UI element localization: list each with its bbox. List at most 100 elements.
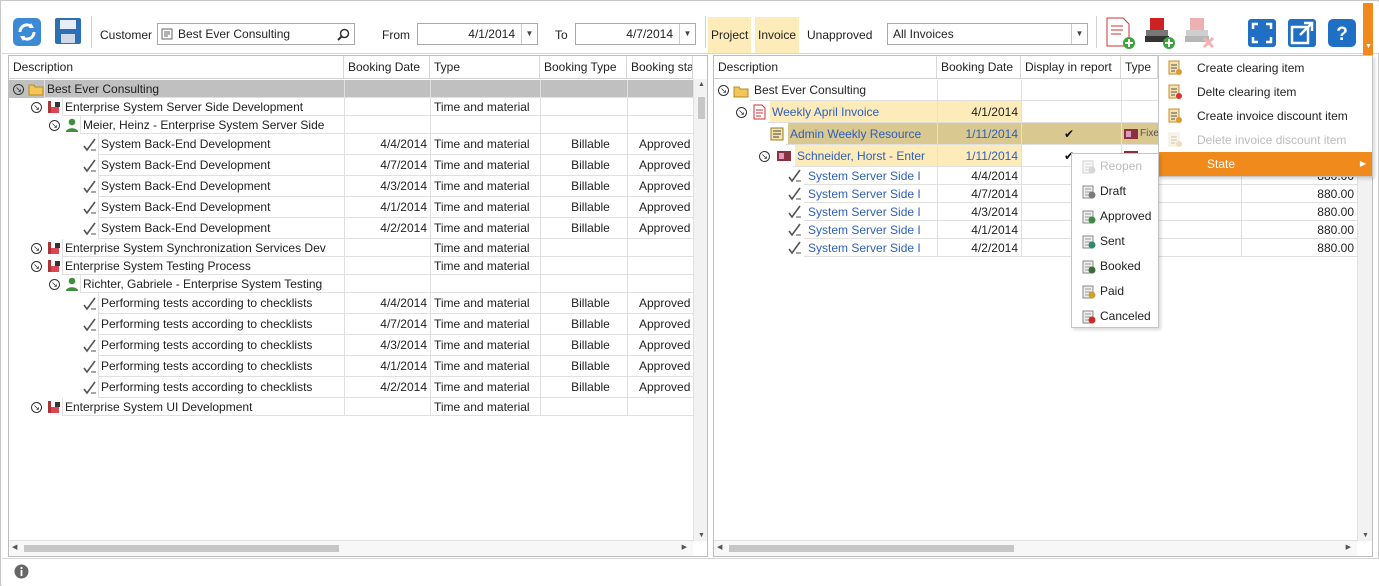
submenu-item-label: Sent xyxy=(1100,234,1125,248)
column-header-booking-status[interactable]: Booking sta xyxy=(627,56,693,79)
expand-toggle-icon[interactable]: ↘ xyxy=(31,401,42,413)
column-header-description[interactable]: Description xyxy=(9,56,344,79)
expand-toggle-icon[interactable]: ↘ xyxy=(718,85,729,96)
scrollbar-thumb[interactable] xyxy=(24,545,339,552)
from-date-dropdown-icon[interactable]: ▼ xyxy=(521,24,537,44)
info-icon[interactable] xyxy=(14,564,29,579)
from-date-field[interactable]: 4/1/2014 ▼ xyxy=(417,23,538,45)
menu-item-icon xyxy=(1168,108,1182,123)
state-menu-item[interactable]: State ▶ xyxy=(1159,152,1372,176)
column-header-booking-type[interactable]: Booking Type xyxy=(540,56,627,79)
submenu-item-label: Paid xyxy=(1100,284,1125,298)
state-paid[interactable]: Paid xyxy=(1072,279,1158,304)
table-row[interactable]: System Server Side I 4/7/2014 880.00 xyxy=(714,185,1357,203)
create-invoice-discount-item[interactable]: Create invoice discount item xyxy=(1159,104,1372,128)
state-sent[interactable]: Sent xyxy=(1072,229,1158,254)
column-header-description[interactable]: Description xyxy=(714,56,937,79)
table-row[interactable]: System Back-End Development 4/7/2014 Time … xyxy=(9,155,693,176)
person-icon xyxy=(66,277,78,291)
expand-toggle-icon[interactable]: ↘ xyxy=(49,119,60,131)
state-booked[interactable]: Booked xyxy=(1072,254,1158,279)
table-row[interactable]: ↘ Enterprise System Synchronization Servi… xyxy=(9,239,693,257)
create-clearing-item[interactable]: Create clearing item xyxy=(1159,56,1372,80)
expand-toggle-icon[interactable]: ↘ xyxy=(759,150,770,162)
vertical-scrollbar[interactable]: ▲ ▼ xyxy=(693,79,707,541)
table-row[interactable]: ↘ Enterprise System UI Development Time an… xyxy=(9,398,693,416)
table-row[interactable]: System Back-End Development 4/1/2014 Time … xyxy=(9,197,693,218)
new-stamp-icon[interactable] xyxy=(1142,16,1176,50)
table-row[interactable]: Performing tests according to checklists… xyxy=(9,356,693,377)
cell-divider xyxy=(62,98,63,116)
filter-invoice-button[interactable]: Invoice xyxy=(755,17,800,53)
column-header-display-in-report[interactable]: Display in report xyxy=(1021,56,1121,79)
fullscreen-icon[interactable] xyxy=(1247,18,1277,48)
cell-divider xyxy=(627,116,628,134)
menu-item-label: Create invoice discount item xyxy=(1197,109,1348,123)
refresh-icon[interactable] xyxy=(12,17,42,47)
row-booking-date: 1/11/2014 xyxy=(937,145,1021,167)
cell-divider xyxy=(430,80,431,98)
filter-unapproved-button[interactable]: Unapproved xyxy=(804,17,875,53)
table-row[interactable]: System Back-End Development 4/4/2014 Time … xyxy=(9,134,693,155)
save-icon[interactable] xyxy=(54,17,82,45)
row-booking-status: Approved xyxy=(639,200,691,214)
row-description: Enterprise System Testing Process xyxy=(65,258,251,273)
scrollbar-thumb[interactable] xyxy=(698,97,705,119)
row-booking-date: 4/7/2014 xyxy=(380,158,427,172)
row-type xyxy=(1121,101,1158,123)
expand-toggle-icon[interactable]: ↘ xyxy=(31,242,42,254)
to-date-field[interactable]: 4/7/2014 ▼ xyxy=(575,23,696,45)
row-booking-type: Billable xyxy=(571,338,610,352)
table-row[interactable]: Performing tests according to checklists… xyxy=(9,335,693,356)
to-date-dropdown-icon[interactable]: ▼ xyxy=(679,24,695,44)
cell-divider xyxy=(1241,203,1242,221)
table-row[interactable]: ↘ Richter, Gabriele - Enterprise System T… xyxy=(9,275,693,293)
table-row[interactable]: System Back-End Development 4/3/2014 Time … xyxy=(9,176,693,197)
help-icon[interactable]: ? xyxy=(1327,18,1357,48)
expand-toggle-icon[interactable]: ↘ xyxy=(13,83,24,95)
invoice-select[interactable]: All Invoices ▼ xyxy=(887,23,1088,45)
cell-divider xyxy=(430,197,431,218)
row-divider xyxy=(62,415,693,416)
table-row[interactable]: ↘ Enterprise System Server Side Developme… xyxy=(9,98,693,116)
table-row[interactable]: System Server Side I 4/1/2014 880.00 xyxy=(714,221,1357,239)
new-invoice-icon[interactable] xyxy=(1104,16,1136,50)
filter-project-button[interactable]: Project xyxy=(708,17,752,53)
state-canceled[interactable]: Canceled xyxy=(1072,304,1158,329)
search-icon[interactable] xyxy=(337,28,350,41)
table-row[interactable]: System Back-End Development 4/2/2014 Time … xyxy=(9,218,693,239)
table-row[interactable]: ↘ Enterprise System Testing Process Time a… xyxy=(9,257,693,275)
display-in-report-checkbox[interactable]: ✔ xyxy=(1063,128,1075,140)
collapse-toolbar-button[interactable]: ▼ xyxy=(1363,3,1373,55)
horizontal-scrollbar[interactable]: ◀ ▶ xyxy=(714,540,1357,556)
column-header-booking-date[interactable]: Booking Date xyxy=(937,56,1021,79)
table-row[interactable]: ↘ Best Ever Consulting xyxy=(9,80,693,98)
booking-icon xyxy=(788,169,801,183)
state-approved[interactable]: Approved xyxy=(1072,204,1158,229)
column-header-booking-date[interactable]: Booking Date xyxy=(344,56,430,79)
state-draft[interactable]: Draft xyxy=(1072,179,1158,204)
table-row[interactable]: System Server Side I 4/2/2014 880.00 xyxy=(714,239,1357,257)
delete-clearing-item[interactable]: Delte clearing item xyxy=(1159,80,1372,104)
table-row[interactable]: Performing tests according to checklists… xyxy=(9,293,693,314)
table-row[interactable]: ↘ Meier, Heinz - Enterprise System Server… xyxy=(9,116,693,134)
horizontal-scrollbar[interactable]: ◀ ▶ xyxy=(9,540,693,556)
cell-divider xyxy=(627,275,628,293)
column-header-type[interactable]: Type xyxy=(1121,56,1158,79)
open-external-icon[interactable] xyxy=(1287,18,1317,48)
scrollbar-thumb[interactable] xyxy=(729,545,1014,552)
row-description: Best Ever Consulting xyxy=(754,83,867,97)
table-row[interactable]: Performing tests according to checklists… xyxy=(9,377,693,398)
cell-divider xyxy=(937,203,938,221)
table-row[interactable]: Performing tests according to checklists… xyxy=(9,314,693,335)
table-row[interactable]: System Server Side I 4/3/2014 880.00 xyxy=(714,203,1357,221)
expand-toggle-icon[interactable]: ↘ xyxy=(31,260,42,272)
column-header-type[interactable]: Type xyxy=(430,56,540,79)
chevron-down-icon[interactable]: ▼ xyxy=(1071,24,1087,44)
expand-toggle-icon[interactable]: ↘ xyxy=(31,101,42,113)
cell-divider xyxy=(62,257,63,275)
state-approved-icon xyxy=(1082,210,1096,224)
expand-toggle-icon[interactable]: ↘ xyxy=(49,278,60,290)
customer-field[interactable]: Best Ever Consulting xyxy=(157,23,355,45)
expand-toggle-icon[interactable]: ↘ xyxy=(736,106,747,118)
